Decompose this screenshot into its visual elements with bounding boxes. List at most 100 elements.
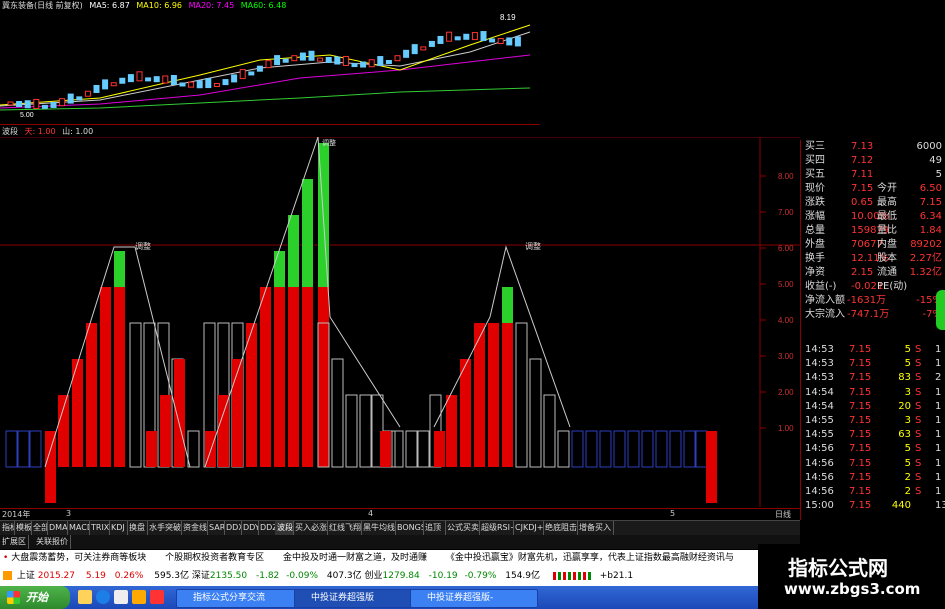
- chart-area[interactable]: 冀东装备(日线 前复权) MA5: 6.87 MA10: 6.96 MA20: …: [0, 0, 800, 520]
- quote-value: -747.1万: [847, 309, 890, 320]
- indicator-tab[interactable]: 追顶: [423, 521, 446, 535]
- tick-count: 1: [935, 486, 942, 497]
- indicator-tab[interactable]: KDJ: [109, 521, 128, 535]
- tick-qty: 63: [898, 429, 911, 441]
- quote-value-2: 89202: [910, 239, 942, 250]
- indicator-tab[interactable]: DDX: [224, 521, 242, 535]
- indicator-tab[interactable]: CJKDJ++: [513, 521, 544, 535]
- wave-bar-red: [146, 431, 157, 467]
- quote-row: 外盘 70677 内盘 89202: [801, 238, 945, 252]
- quote-value-2: 6.50: [919, 183, 942, 194]
- candle: [351, 63, 358, 68]
- quote-value: 7.12: [851, 155, 874, 166]
- app-icon[interactable]: [150, 590, 164, 604]
- indicator-tab[interactable]: 波段: [275, 521, 294, 535]
- tick-side: S: [915, 415, 922, 426]
- sh-label: 上证: [16, 571, 35, 581]
- tick-side: S: [915, 400, 922, 412]
- candle: [153, 76, 160, 83]
- y-tick-label: 2.00: [778, 388, 794, 397]
- explorer-icon[interactable]: [78, 590, 92, 604]
- news-item-3[interactable]: 金中投及时通一财富之道，及时通赚: [283, 553, 427, 563]
- indicator-tab[interactable]: 绝底阻击: [543, 521, 578, 535]
- indicator-tab[interactable]: 资金线: [181, 521, 208, 535]
- wave-bar-red: [380, 431, 391, 467]
- quote-value-2: 49: [929, 155, 942, 166]
- x-period: 日线: [775, 510, 791, 519]
- indicator-tab[interactable]: 指标: [0, 521, 15, 535]
- indicator-tab[interactable]: 黑牛均线: [361, 521, 396, 535]
- start-button[interactable]: 开始: [0, 586, 70, 609]
- indicator-tab[interactable]: DDY: [241, 521, 259, 535]
- indicator-tab[interactable]: 水手突破: [147, 521, 182, 535]
- news-item-1[interactable]: 大盘震荡蓄势，可关注券商等板块: [11, 553, 146, 563]
- indicator-tab[interactable]: DDZ: [258, 521, 276, 535]
- candlestick-chart: 8.19 5.00: [0, 13, 531, 119]
- indicator-tab[interactable]: 模板: [14, 521, 32, 535]
- task-broker-1[interactable]: 中投证券超强版: [294, 589, 422, 608]
- candle: [514, 36, 521, 47]
- wave-bar-blue: [613, 430, 626, 468]
- wave-bar-red: [302, 287, 313, 467]
- wave-bar-red: [58, 395, 69, 467]
- browser-icon[interactable]: [96, 590, 110, 604]
- indicator-tab[interactable]: BONGS: [395, 521, 424, 535]
- media-icon[interactable]: [132, 590, 146, 604]
- expand-handle[interactable]: [936, 290, 945, 330]
- wave-bar-red: [45, 431, 56, 503]
- task-forum[interactable]: 指标公式分享交流: [176, 589, 306, 608]
- tick-price: 7.15: [849, 372, 872, 384]
- news-item-4[interactable]: 《金中投迅赢宝》财富先机，迅赢享享，代表上证指数最高融财经资讯与: [446, 553, 734, 563]
- wave-bar-green: [288, 215, 299, 287]
- candle: [24, 100, 31, 109]
- indicator-tab[interactable]: SAR: [207, 521, 225, 535]
- indicator-tab[interactable]: 公式买卖: [445, 521, 480, 535]
- quote-panel: 买三 7.13 6000 买四 7.12 49 买五 7.11 5 现价 7.15 今开 6.50 涨跌 0…: [800, 140, 945, 520]
- candle: [291, 55, 298, 62]
- indicator-tab[interactable]: 红线飞翔: [327, 521, 362, 535]
- candle: [84, 90, 91, 97]
- news-item-2[interactable]: 个股期权投资者教育专区: [165, 553, 264, 563]
- quote-value: 2.15: [851, 267, 874, 278]
- indicator-tab[interactable]: 买入必涨: [293, 521, 328, 535]
- quote-row: 涨幅 10.00% 最低 6.34: [801, 210, 945, 224]
- indicator-tab[interactable]: MACD: [67, 521, 90, 535]
- sh-chg: 5.19: [85, 571, 106, 581]
- tick-price: 7.15: [849, 443, 872, 455]
- candle: [119, 77, 126, 84]
- market-breadth-icon: [552, 571, 593, 580]
- indicator-tab[interactable]: TRIX: [89, 521, 110, 535]
- candle: [471, 32, 478, 41]
- task-broker-2[interactable]: 中投证券超强版-: [410, 589, 538, 608]
- tick-qty: 5: [904, 457, 911, 469]
- indicator-tab[interactable]: 全部: [31, 521, 48, 535]
- candle: [368, 59, 375, 68]
- tab-expand-area[interactable]: 扩展区: [0, 535, 29, 549]
- indicator-tab[interactable]: 增备买入: [577, 521, 614, 535]
- quote-value-2: 6000: [916, 141, 942, 152]
- quote-key-2: 内盘: [877, 239, 897, 250]
- y-tick-label: 1.00: [778, 424, 794, 433]
- wave-bar-red: [288, 287, 299, 467]
- candle: [205, 78, 212, 89]
- tick-price: 7.15: [849, 344, 872, 355]
- wave-bar-blue: [571, 430, 584, 468]
- wave-bar-red: [174, 359, 185, 467]
- candle: [437, 35, 444, 44]
- indicator-tab[interactable]: 超级RSI++: [479, 521, 514, 535]
- candle: [377, 56, 384, 67]
- cy-pct: -0.79%: [464, 571, 497, 581]
- candle: [179, 82, 186, 87]
- candle: [282, 58, 289, 63]
- desktop-icon[interactable]: [114, 590, 128, 604]
- candle: [102, 79, 109, 90]
- indicator-tab[interactable]: DMA: [47, 521, 68, 535]
- tab-related-quotes[interactable]: 关联报价: [34, 535, 71, 549]
- quote-key-2: 最低: [877, 211, 897, 222]
- quote-key: 总量: [805, 225, 825, 236]
- wave-bar-gray: [331, 358, 344, 468]
- tick-row: 14:56 7.15 5 S 1: [801, 442, 945, 456]
- wave-bar-red: [260, 287, 271, 467]
- indicator-tab[interactable]: 换盘: [127, 521, 148, 535]
- wave-bar-gray: [359, 394, 372, 468]
